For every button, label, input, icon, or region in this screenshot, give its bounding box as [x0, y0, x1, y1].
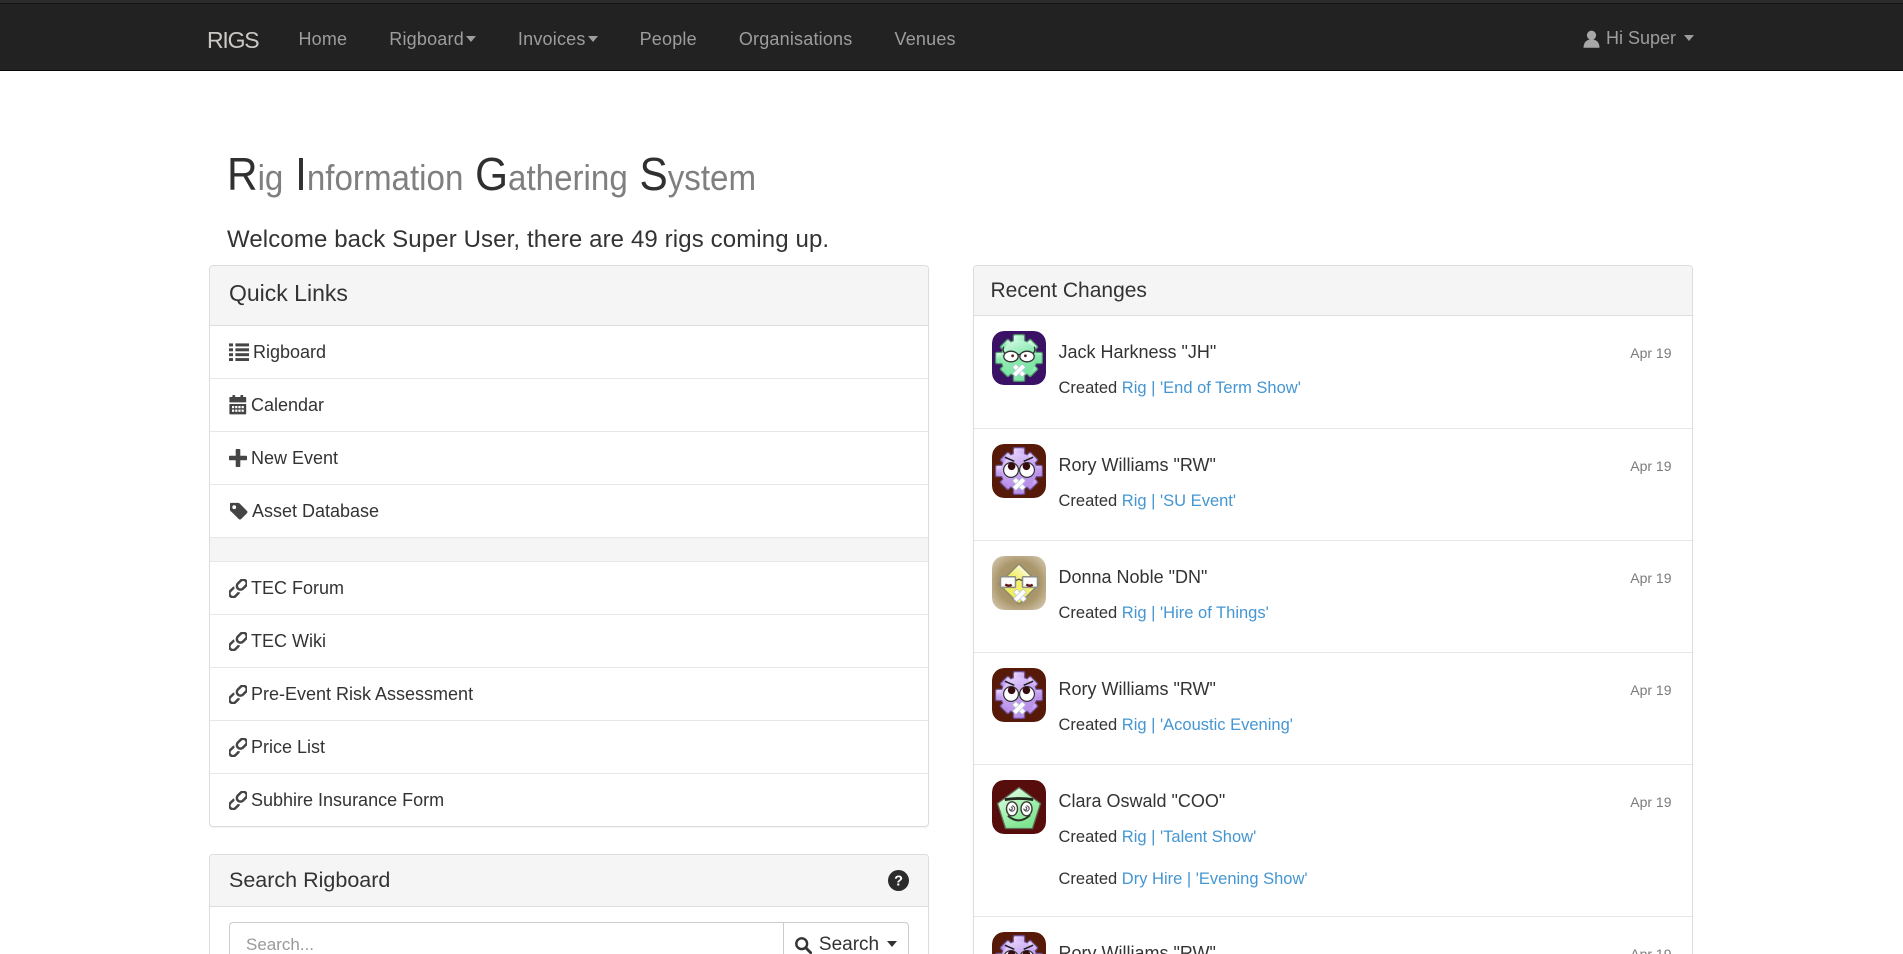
- svg-text:?: ?: [894, 873, 903, 889]
